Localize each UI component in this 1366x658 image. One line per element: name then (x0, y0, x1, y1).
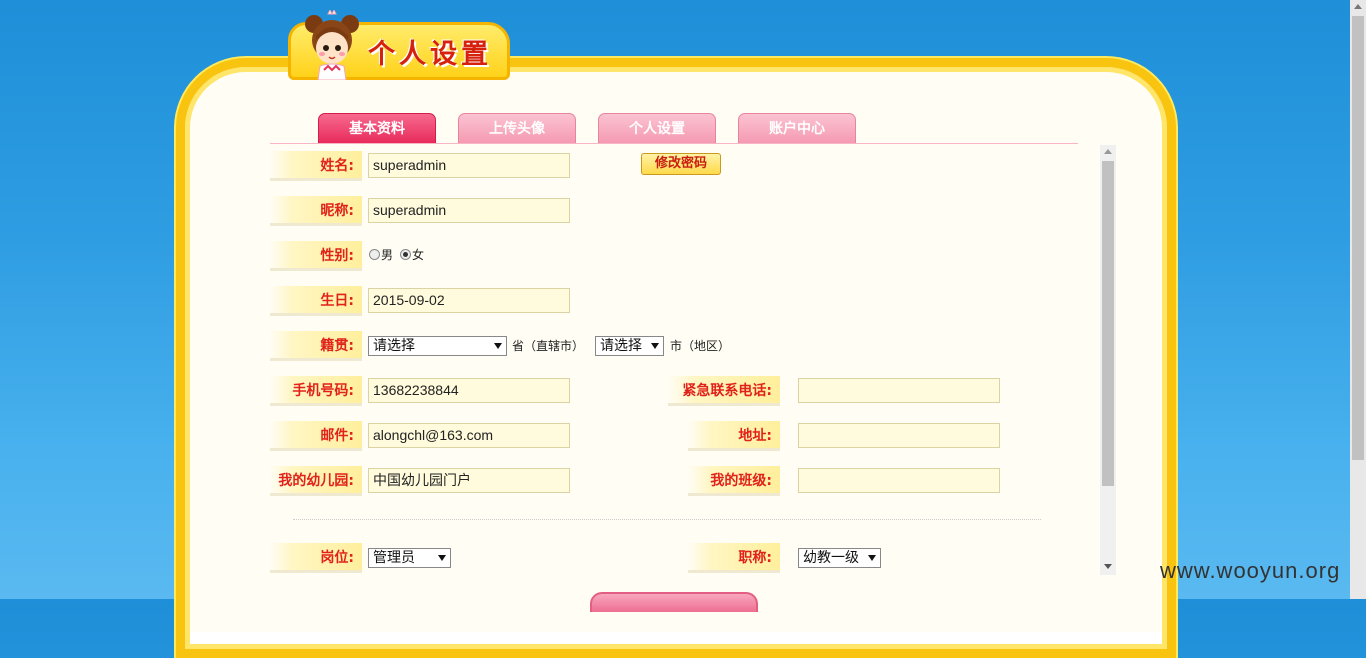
name-label: 姓名: (270, 151, 362, 181)
kindergarten-field[interactable]: 中国幼儿园门户 (368, 468, 570, 493)
tab-account-center[interactable]: 账户中心 (738, 113, 856, 143)
address-field[interactable] (798, 423, 1000, 448)
scroll-up-icon[interactable] (1354, 4, 1362, 9)
title-select-value: 幼教一级 (803, 550, 859, 566)
tab-basic-info[interactable]: 基本资料 (318, 113, 436, 143)
emergency-phone-field[interactable] (798, 378, 1000, 403)
chevron-down-icon (494, 343, 502, 349)
class-field[interactable] (798, 468, 1000, 493)
email-field[interactable]: alongchl@163.com (368, 423, 570, 448)
chevron-down-icon (438, 555, 446, 561)
submit-button[interactable] (590, 592, 758, 612)
email-label: 邮件: (270, 421, 362, 451)
nickname-label: 昵称: (270, 196, 362, 226)
mascot-girl-icon (305, 10, 359, 80)
nickname-field[interactable]: superadmin (368, 198, 570, 223)
birthday-label: 生日: (270, 286, 362, 316)
gender-male-radio[interactable] (369, 249, 380, 260)
province-select-value: 请选择 (373, 338, 415, 354)
section-divider (293, 519, 1041, 520)
city-select-value: 请选择 (600, 338, 642, 354)
province-suffix: 省（直辖市） (512, 339, 585, 353)
position-select[interactable]: 管理员 (368, 548, 451, 568)
tab-upload-avatar[interactable]: 上传头像 (458, 113, 576, 143)
change-password-button[interactable]: 修改密码 (641, 153, 721, 175)
city-suffix: 市（地区） (670, 339, 731, 353)
page-title: 个人设置 (368, 39, 492, 70)
page-scroll-thumb[interactable] (1352, 16, 1364, 460)
chevron-down-icon (651, 343, 659, 349)
gender-female-radio[interactable] (400, 249, 411, 260)
chevron-down-icon (868, 555, 876, 561)
title-select[interactable]: 幼教一级 (798, 548, 881, 568)
watermark: www.wooyun.org (1160, 558, 1341, 583)
tab-personal-settings[interactable]: 个人设置 (598, 113, 716, 143)
gender-female-label: 女 (412, 248, 425, 262)
phone-label: 手机号码: (270, 376, 362, 406)
birthday-field[interactable]: 2015-09-02 (368, 288, 570, 313)
city-select[interactable]: 请选择 (595, 336, 664, 356)
form-scroll-thumb[interactable] (1102, 161, 1114, 486)
phone-field[interactable]: 13682238844 (368, 378, 570, 403)
kindergarten-label: 我的幼儿园: (270, 466, 362, 496)
origin-label: 籍贯: (270, 331, 362, 361)
address-label: 地址: (688, 421, 780, 451)
title-label: 职称: (688, 543, 780, 573)
scroll-down-icon[interactable] (1104, 564, 1112, 569)
position-label: 岗位: (270, 543, 362, 573)
scroll-up-icon[interactable] (1104, 149, 1112, 154)
page-scrollbar[interactable] (1350, 0, 1366, 599)
name-field[interactable]: superadmin (368, 153, 570, 178)
tab-underline (270, 143, 1078, 144)
class-label: 我的班级: (688, 466, 780, 496)
position-select-value: 管理员 (373, 550, 415, 566)
gender-label: 性别: (270, 241, 362, 271)
emergency-phone-label: 紧急联系电话: (668, 376, 780, 406)
gender-male-label: 男 (381, 248, 394, 262)
form-scrollbar[interactable] (1100, 145, 1116, 575)
province-select[interactable]: 请选择 (368, 336, 507, 356)
